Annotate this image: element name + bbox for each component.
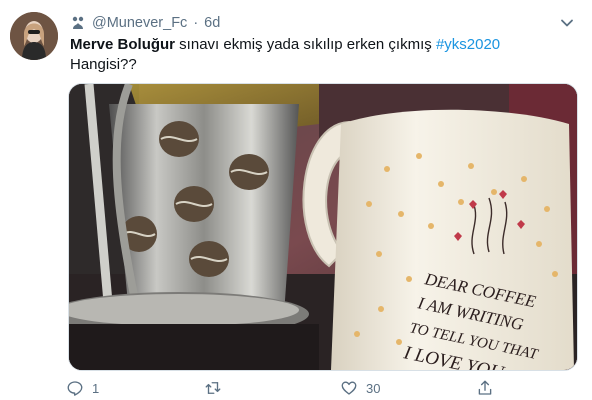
quote-reference-icon bbox=[70, 15, 86, 31]
hashtag-link[interactable]: #yks2020 bbox=[436, 36, 500, 53]
retweet-button[interactable] bbox=[204, 379, 230, 397]
user-handle[interactable]: @Munever_Fc bbox=[92, 15, 187, 31]
tweet-media[interactable]: DEAR COFFEE I AM WRITING TO TELL YOU THA… bbox=[68, 83, 578, 371]
tweet-text-body: sınavı ekmiş yada sıkılıp erken çıkmış bbox=[175, 36, 436, 53]
reply-button[interactable]: 1 bbox=[66, 379, 99, 397]
like-count: 30 bbox=[366, 380, 381, 396]
like-button[interactable]: 30 bbox=[340, 379, 380, 397]
tweet-actions: 1 30 bbox=[66, 377, 506, 399]
share-button[interactable] bbox=[476, 379, 494, 397]
chevron-down-icon[interactable] bbox=[558, 14, 576, 32]
meta-separator: · bbox=[193, 15, 199, 31]
mentioned-author: Merve Boluğur bbox=[70, 36, 176, 53]
heart-icon bbox=[341, 381, 357, 395]
share-icon bbox=[478, 380, 492, 395]
tweet-text-line-2: Hangisi?? bbox=[70, 56, 137, 73]
tweet-meta: @Munever_Fc · 6d bbox=[70, 13, 220, 33]
avatar[interactable] bbox=[10, 12, 58, 60]
tweet-text: Merve Boluğur sınavı ekmiş yada sıkılıp … bbox=[70, 35, 570, 75]
reply-icon bbox=[67, 381, 83, 396]
tweet[interactable]: @Munever_Fc · 6d Merve Boluğur sınavı ek… bbox=[0, 0, 592, 400]
retweet-icon bbox=[205, 382, 221, 394]
avatar-image bbox=[10, 12, 58, 60]
reply-count: 1 bbox=[92, 380, 100, 396]
tweet-text-line-1: Merve Boluğur sınavı ekmiş yada sıkılıp … bbox=[70, 35, 570, 55]
media-photo: DEAR COFFEE I AM WRITING TO TELL YOU THA… bbox=[69, 84, 577, 370]
tweet-time[interactable]: 6d bbox=[204, 15, 220, 31]
